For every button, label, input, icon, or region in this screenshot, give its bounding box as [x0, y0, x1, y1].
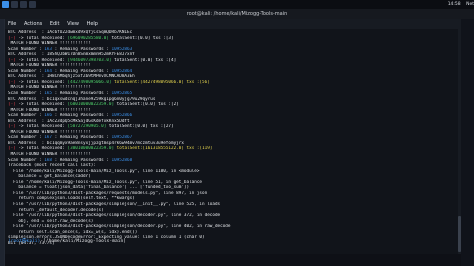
- terminal-text: BTC Address : 1Ac6fU22dwmxd9xQYjCsSqmQDR…: [8, 30, 133, 35]
- terminal-text: : Remaing Passwords :: [51, 68, 112, 74]
- terminal-text: [-]: [8, 102, 19, 108]
- terminal-text: Scan Number :: [8, 91, 45, 97]
- terminal-text: : Remaing Passwords :: [51, 157, 112, 163]
- terminal-text: -> Total Received:: [18, 124, 68, 130]
- terminal-text: : Remaing Passwords :: [51, 46, 112, 52]
- terminal-text: [-]: [8, 146, 19, 152]
- terminal-text: 1k4: [44, 68, 52, 74]
- terminal-text: MATCH FOUND WINNER !!!!!!!!!!!!: [8, 129, 91, 135]
- terminal-text: -> Total Received:: [18, 146, 68, 152]
- browser-icon[interactable]: [29, 1, 36, 8]
- terminal-text: totalSent:[0.0] txs :[2]: [114, 102, 179, 108]
- terminal-text: BTC Address : 1AcZ3dpQ5cMkSajdGsKdefxkKn…: [8, 118, 130, 124]
- menu-edit[interactable]: Edit: [50, 21, 60, 27]
- scrollbar-thumb[interactable]: [458, 216, 461, 252]
- desktop: 14:58 Net root@kali: /home/kali/Mizogg-T…: [0, 0, 474, 266]
- terminal-text: : Remaing Passwords :: [51, 91, 112, 97]
- terminal-window[interactable]: File Actions Edit View Help BTC Address …: [4, 19, 461, 266]
- terminal-text: 10952867: [111, 135, 133, 141]
- kali-menu-icon[interactable]: [2, 1, 9, 8]
- terminal-text: -> Total Received:: [18, 35, 68, 41]
- terminal-text: Scan Number :: [8, 113, 45, 119]
- terminal-text: MATCH FOUND WINNER !!!!!!!!!!!!: [8, 41, 91, 47]
- terminal-text: Scan Number :: [8, 68, 45, 74]
- terminal-text: 1k5: [44, 91, 52, 97]
- window-title-bar[interactable]: root@kali: /home/kali/Mizogg-Tools-main: [0, 9, 474, 19]
- terminal-text: : Remaing Passwords :: [51, 113, 112, 119]
- files-icon[interactable]: [11, 1, 18, 8]
- menu-actions[interactable]: Actions: [24, 21, 42, 27]
- terminal-text: [4427498095066.0]: [67, 79, 112, 85]
- terminal-text: Scan Number :: [8, 157, 45, 163]
- menu-help[interactable]: Help: [87, 21, 98, 27]
- terminal-text: 10952866: [111, 113, 133, 119]
- menu-file[interactable]: File: [8, 21, 16, 27]
- terminal-text: balance = float(json_data['final_balance…: [8, 185, 190, 191]
- terminal-text: [9446097398703.0]: [67, 57, 112, 63]
- terminal-icon[interactable]: [20, 1, 27, 8]
- terminal-text: 10952865: [111, 91, 133, 97]
- terminal-text: MATCH FOUND WINNER !!!!!!!!!!!!: [8, 107, 91, 113]
- terminal-text: -> Total Received:: [18, 79, 68, 85]
- status-bar: [5, 254, 461, 266]
- system-tray: 14:58 Net: [444, 0, 474, 9]
- terminal-text: [50727290905.0]: [67, 124, 107, 130]
- top-panel: 14:58 Net: [0, 0, 474, 9]
- terminal-text: 1k6: [44, 113, 52, 119]
- terminal-text: BTC Address : 18ShQJbW17Dn8SnmxmmnH52mRY…: [8, 52, 135, 58]
- shell-prompt[interactable]: (root㉿kali)-[/home/kali/Mizogg-Tools-mai…: [8, 238, 126, 244]
- terminal-text: -> Total Received:: [18, 57, 68, 63]
- terminal-text: File "/home/kali/Mizogg-Tools-main/Miz_T…: [8, 179, 203, 185]
- terminal-text: return complexjson.loads(self.text, **kw…: [8, 196, 135, 202]
- terminal-text: [-]: [8, 124, 19, 130]
- terminal-text: File "/home/kali/Mizogg-Tools-main/Miz_T…: [8, 168, 200, 174]
- terminal-text: [-]: [8, 57, 19, 63]
- menu-view[interactable]: View: [67, 21, 79, 27]
- terminal-text: Scan Number :: [8, 46, 45, 52]
- network-label[interactable]: Net: [466, 2, 474, 7]
- terminal-text: [696090285580.0]: [67, 35, 109, 41]
- terminal-text: return self.scan_once(s, idx=_w(s, idx).…: [8, 229, 138, 235]
- terminal-text: 1k3: [44, 46, 52, 52]
- terminal-text: BTC Address : bc1qqmyx9ae8nsyxjjpzgtmsp4…: [8, 140, 184, 146]
- terminal-text: 10952868: [111, 157, 133, 163]
- terminal-text: MATCH FOUND WINNER !!!!!!!!!!!!: [8, 63, 91, 69]
- terminal-text: totalSent:[0.0] txs :[4]: [111, 57, 177, 63]
- scrollbar[interactable]: [458, 29, 461, 266]
- terminal-text: File "/usr/lib/python3/dist-packages/req…: [8, 190, 208, 196]
- terminal-text: : Remaing Passwords :: [51, 135, 112, 141]
- terminal-text: return _default_decoder.decode(s): [8, 207, 104, 213]
- terminal-text: [-]: [8, 79, 19, 85]
- terminal-text: [30010000022359.0]: [67, 146, 115, 152]
- terminal-text: [60010000022359.0]: [67, 102, 115, 108]
- terminal-text: File "/usr/lib/python3/dist-packages/sim…: [8, 213, 221, 219]
- terminal-text: BTC Address : bc1qxswdcnqj3hane9259kg1pg…: [8, 96, 156, 102]
- terminal-text: Traceback (most recent call last):: [8, 163, 96, 169]
- clock: 14:58: [447, 2, 461, 7]
- terminal-text: Scan Number :: [8, 135, 45, 141]
- terminal-text: 10952863: [111, 46, 133, 52]
- terminal-text: [-]: [8, 35, 19, 41]
- terminal-text: 10952864: [111, 68, 133, 74]
- terminal-output[interactable]: BTC Address : 1Ac6fU22dwmxd9xQYjCsSqmQDR…: [5, 29, 461, 246]
- terminal-text: balance = get_balance(caddr): [8, 174, 91, 180]
- terminal-text: totalSent:[0.0] txs :[3]: [108, 35, 174, 41]
- terminal-text: -> Total Received:: [18, 102, 68, 108]
- terminal-text: 1k8: [44, 157, 52, 163]
- window-title: root@kali: /home/kali/Mizogg-Tools-main: [186, 11, 288, 17]
- terminal-text: obj, end = self.raw_decode(s): [8, 218, 94, 224]
- terminal-text: MATCH FOUND WINNER !!!!!!!!!!!!: [8, 152, 91, 158]
- prompt-path: -[/home/kali/Mizogg-Tools-main]: [40, 239, 127, 244]
- terminal-text: totalSent:[4427498095066.0] txs :[56]: [111, 79, 210, 85]
- terminal-text: totalSent:[0.0] txs :[27]: [106, 124, 174, 130]
- terminal-text: totalSent:[161318555122.0] txs :[119]: [114, 146, 213, 152]
- terminal-text: File "/usr/lib/python3/dist-packages/sim…: [8, 201, 221, 207]
- menu-bar: File Actions Edit View Help: [5, 19, 461, 29]
- terminal-text: 1k7: [44, 135, 52, 141]
- prompt-user: (root㉿kali): [8, 239, 41, 244]
- terminal-text: MATCH FOUND WINNER !!!!!!!!!!!!: [8, 85, 91, 91]
- terminal-text: File "/usr/lib/python3/dist-packages/sim…: [8, 224, 231, 230]
- terminal-text: BTC Address : 1H8ChMbqhjz5xfZ69tMPmvXCMN…: [8, 74, 135, 80]
